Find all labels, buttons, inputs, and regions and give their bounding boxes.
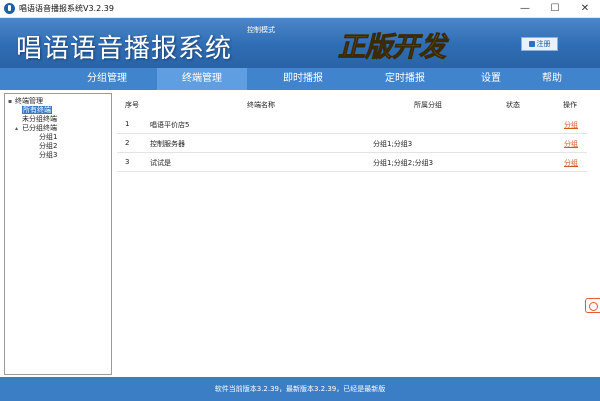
- assign-group-link[interactable]: 分组: [564, 120, 578, 130]
- row-terminal-name: 控制服务器: [150, 140, 185, 148]
- title-bar: 唱语语音播报系统V3.2.39 — ☐ ✕: [0, 0, 600, 18]
- column-header-status: 状态: [506, 101, 520, 109]
- tab-instant-broadcast[interactable]: 即时播报: [258, 68, 348, 90]
- genuine-edition-badge: 正版开发: [338, 32, 450, 64]
- tree-node-ungrouped[interactable]: 未分组终端: [22, 115, 57, 124]
- tree-node-label: 未分组终端: [22, 115, 57, 123]
- badge-text: 正版开发: [338, 32, 449, 63]
- mode-label: 控制模式: [247, 26, 275, 34]
- row-group: 分组1;分组3: [373, 140, 413, 148]
- tree-node-label: 所有终端: [22, 106, 52, 114]
- header-banner: 唱语语音播报系统 控制模式 正版开发 注册: [0, 18, 600, 68]
- table-row[interactable]: 1 唱语平价店5 分组: [117, 115, 587, 134]
- floating-assistant-icon[interactable]: [585, 298, 600, 313]
- column-header-group: 所属分组: [414, 101, 442, 109]
- tree-node-label: 分组2: [39, 142, 58, 150]
- column-header-index: 序号: [125, 101, 139, 109]
- terminal-tree: ▪ 终端管理 所有终端 未分组终端 ▴ 已分组终端 分组1 分组2 分组3: [4, 93, 112, 375]
- assign-group-link[interactable]: 分组: [564, 139, 578, 149]
- row-index: 3: [125, 158, 130, 166]
- register-label: 注册: [536, 40, 551, 48]
- version-status-text: 软件当前版本3.2.39，最新版本3.2.39，已经是最新版: [214, 385, 386, 393]
- register-icon: [528, 41, 535, 47]
- column-header-action: 操作: [563, 101, 577, 109]
- minimize-button[interactable]: —: [510, 0, 540, 18]
- tree-node-label: 终端管理: [15, 97, 43, 105]
- tab-terminal-management[interactable]: 终端管理: [157, 68, 247, 90]
- row-index: 1: [125, 120, 130, 128]
- row-terminal-name: 唱语平价店5: [150, 121, 190, 129]
- table-row[interactable]: 2 控制服务器 分组1;分组3 分组: [117, 134, 587, 153]
- status-bar: 软件当前版本3.2.39，最新版本3.2.39，已经是最新版: [0, 377, 600, 401]
- tree-node-group[interactable]: 分组2: [39, 142, 57, 151]
- app-window: 唱语语音播报系统V3.2.39 — ☐ ✕ 唱语语音播报系统 控制模式 正版开发…: [0, 0, 600, 401]
- terminal-table: 序号 终端名称 所属分组 状态 操作 1 唱语平价店5 分组 2 控制服务器 分…: [117, 96, 587, 376]
- window-title: 唱语语音播报系统V3.2.39: [19, 4, 114, 13]
- tab-scheduled-broadcast[interactable]: 定时播报: [360, 68, 450, 90]
- app-title: 唱语语音播报系统: [16, 34, 233, 64]
- tree-node-grouped[interactable]: ▴ 已分组终端: [15, 124, 57, 133]
- tree-node-group[interactable]: 分组3: [39, 151, 57, 160]
- main-nav: 分组管理 终端管理 即时播报 定时播报 设置 帮助: [0, 68, 600, 90]
- tab-settings[interactable]: 设置: [466, 68, 516, 90]
- row-index: 2: [125, 139, 130, 147]
- register-button[interactable]: 注册: [521, 37, 558, 51]
- tree-node-label: 分组1: [39, 133, 58, 141]
- tree-node-group[interactable]: 分组1: [39, 133, 57, 142]
- column-header-name: 终端名称: [247, 101, 275, 109]
- close-button[interactable]: ✕: [570, 0, 600, 18]
- assign-group-link[interactable]: 分组: [564, 158, 578, 168]
- row-terminal-name: 试试是: [150, 159, 171, 167]
- tree-expander-icon[interactable]: ▴: [15, 124, 22, 133]
- tree-expander-icon[interactable]: ▪: [8, 97, 15, 106]
- tree-node-label: 已分组终端: [22, 124, 57, 132]
- app-logo-icon: [4, 3, 15, 14]
- table-row[interactable]: 3 试试是 分组1;分组2;分组3 分组: [117, 153, 587, 172]
- row-group: 分组1;分组2;分组3: [373, 159, 434, 167]
- tree-node-root[interactable]: ▪ 终端管理: [8, 97, 43, 106]
- tab-help[interactable]: 帮助: [527, 68, 577, 90]
- tab-group-management[interactable]: 分组管理: [57, 68, 157, 90]
- tree-node-all-terminals[interactable]: 所有终端: [22, 106, 52, 115]
- tree-node-label: 分组3: [39, 151, 58, 159]
- maximize-button[interactable]: ☐: [540, 0, 570, 18]
